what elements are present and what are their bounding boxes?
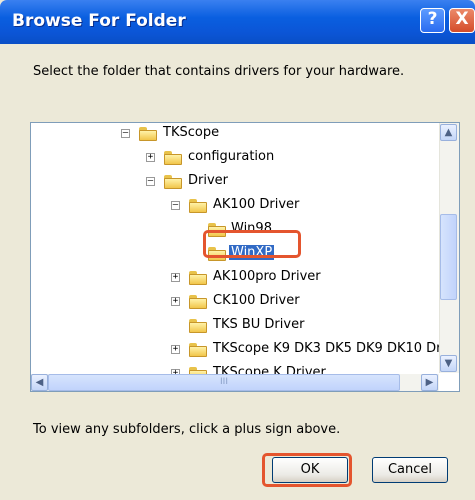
collapse-icon[interactable]: – [121, 129, 130, 138]
collapse-icon[interactable]: – [171, 201, 180, 210]
expand-icon[interactable]: + [171, 345, 180, 354]
ok-button-highlight [262, 453, 352, 487]
folder-icon [189, 319, 207, 333]
tree-item-label: AK100pro Driver [213, 269, 321, 284]
help-button[interactable]: ? [420, 8, 445, 33]
tree-item-label: Driver [188, 173, 229, 188]
folder-icon [164, 175, 182, 189]
expand-icon[interactable]: + [146, 153, 155, 162]
folder-icon [189, 271, 207, 285]
vertical-scroll-thumb[interactable] [440, 214, 457, 300]
tree-item-label: TKScope [163, 125, 220, 140]
folder-icon [139, 127, 157, 141]
scroll-down-button[interactable]: ▼ [440, 355, 457, 372]
browse-for-folder-dialog: Browse For Folder ? X Select the folder … [0, 0, 475, 500]
close-button[interactable]: X [449, 8, 475, 33]
folder-icon [189, 295, 207, 309]
horizontal-scroll-thumb[interactable]: III [48, 374, 400, 391]
expand-icon[interactable]: + [171, 297, 180, 306]
winxp-highlight [203, 230, 301, 258]
tree-item-label: CK100 Driver [213, 293, 300, 308]
title-bar[interactable]: Browse For Folder ? X [0, 0, 475, 44]
tree-item-label: TKS BU Driver [213, 317, 305, 332]
expand-icon[interactable]: + [171, 273, 180, 282]
tree-item-label: configuration [188, 149, 275, 164]
tree-item-label: TKScope K9 DK3 DK5 DK9 DK10 Driv [213, 341, 453, 356]
folder-icon [189, 199, 207, 213]
scroll-left-button[interactable]: ◀ [31, 374, 48, 391]
tree-item-label: AK100 Driver [213, 197, 300, 212]
dialog-title: Browse For Folder [12, 11, 186, 31]
scroll-up-button[interactable]: ▲ [440, 124, 457, 141]
folder-icon [164, 151, 182, 165]
folder-icon [189, 343, 207, 357]
collapse-icon[interactable]: – [146, 177, 155, 186]
scroll-right-button[interactable]: ▶ [421, 374, 438, 391]
instruction-text: Select the folder that contains drivers … [33, 64, 405, 79]
cancel-button[interactable]: Cancel [372, 457, 448, 483]
hint-text: To view any subfolders, click a plus sig… [33, 422, 341, 437]
